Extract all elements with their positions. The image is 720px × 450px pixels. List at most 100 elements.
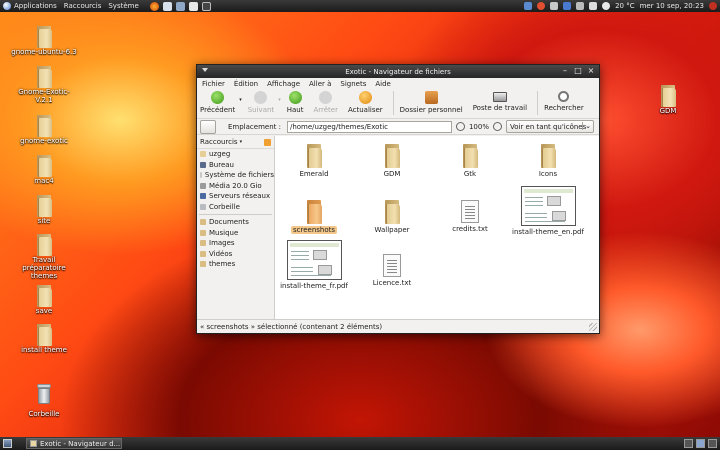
file-item-label: Licence.txt bbox=[372, 279, 412, 287]
maximize-icon[interactable]: □ bbox=[574, 67, 582, 75]
file-item[interactable]: install-theme_en.pdf bbox=[509, 186, 587, 236]
workspace-2[interactable] bbox=[696, 439, 705, 448]
firefox-icon[interactable] bbox=[149, 1, 159, 11]
up-button[interactable]: Haut bbox=[287, 91, 303, 114]
folder-icon bbox=[305, 200, 323, 224]
sidebar-item-vid-os[interactable]: Vidéos bbox=[197, 249, 274, 260]
stop-button-label: Arrêter bbox=[313, 106, 338, 114]
menu-view[interactable]: Affichage bbox=[267, 80, 300, 88]
sidebar-item-musique[interactable]: Musique bbox=[197, 228, 274, 239]
file-item[interactable]: Licence.txt bbox=[353, 254, 431, 287]
back-button[interactable]: Précédent bbox=[200, 91, 235, 114]
home-button-label: Dossier personnel bbox=[399, 106, 463, 114]
file-item[interactable]: GDM bbox=[353, 144, 431, 178]
forward-button[interactable]: Suivant bbox=[248, 91, 274, 114]
sidebar-item-m-dia-20-0-gio[interactable]: Média 20.0 Gio bbox=[197, 181, 274, 192]
menu-go[interactable]: Aller à bbox=[309, 80, 331, 88]
sidebar-item-corbeille[interactable]: Corbeille bbox=[197, 202, 274, 213]
desktop-icon-trash[interactable]: Corbeille bbox=[4, 384, 84, 418]
icon-view[interactable]: Emerald GDM Gtk Icons screenshots Wallpaper cr… bbox=[275, 136, 599, 319]
file-item[interactable]: Emerald bbox=[275, 144, 353, 178]
volume-icon[interactable] bbox=[589, 2, 598, 10]
zoom-in-icon[interactable] bbox=[492, 122, 502, 131]
folder-icon bbox=[35, 66, 53, 88]
location-toggle-button[interactable] bbox=[200, 119, 216, 134]
terminal-icon[interactable] bbox=[201, 1, 211, 11]
folder-icon bbox=[35, 155, 53, 177]
help-icon[interactable] bbox=[175, 1, 185, 11]
menu-edit[interactable]: Édition bbox=[234, 80, 258, 88]
window-title: Exotic - Navigateur de fichiers bbox=[345, 67, 451, 76]
sidebar-close-icon[interactable] bbox=[264, 138, 271, 146]
zoom-level[interactable]: 100% bbox=[469, 123, 489, 131]
bluetooth-icon[interactable] bbox=[563, 2, 572, 10]
desktop-icon[interactable]: mac4 bbox=[4, 155, 84, 185]
window-menu-icon[interactable] bbox=[202, 68, 208, 72]
desktop-icon[interactable]: GDM bbox=[628, 85, 708, 115]
desktop-icon[interactable]: install theme bbox=[4, 324, 84, 354]
desktop-icon[interactable]: gnome-exotic bbox=[4, 115, 84, 145]
sidebar-item-bureau[interactable]: Bureau bbox=[197, 160, 274, 171]
desktop-icon-label: Travail préparatoire themes bbox=[22, 256, 66, 280]
reload-button[interactable]: Actualiser bbox=[348, 91, 383, 114]
menu-help[interactable]: Aide bbox=[375, 80, 390, 88]
stop-button[interactable]: Arrêter bbox=[313, 91, 338, 114]
update-icon[interactable] bbox=[524, 2, 533, 10]
applications-menu[interactable]: Applications bbox=[3, 2, 57, 10]
trash-applet-icon[interactable] bbox=[708, 439, 717, 448]
location-input[interactable]: /home/uzgeg/themes/Exotic bbox=[286, 120, 452, 133]
zoom-out-icon[interactable] bbox=[455, 122, 465, 131]
sidebar-item-documents[interactable]: Documents bbox=[197, 217, 274, 228]
menu-bookmarks[interactable]: Signets bbox=[340, 80, 366, 88]
desktop-icon[interactable]: Travail préparatoire themes bbox=[4, 234, 84, 280]
back-history-dropdown-icon[interactable]: ▾ bbox=[239, 97, 242, 103]
window-titlebar[interactable]: Exotic - Navigateur de fichiers – □ × bbox=[197, 65, 599, 78]
close-icon[interactable]: × bbox=[587, 67, 595, 75]
file-item[interactable]: install-theme_fr.pdf bbox=[275, 240, 353, 290]
forward-history-dropdown-icon[interactable]: ▾ bbox=[278, 97, 281, 103]
taskbar-item-file-manager[interactable]: Exotic - Navigateur d... bbox=[26, 438, 122, 449]
desktop-icon[interactable]: save bbox=[4, 285, 84, 315]
clock[interactable]: mer 10 sep, 20:23 bbox=[640, 2, 704, 10]
file-item[interactable]: Wallpaper bbox=[353, 200, 431, 234]
workspace-1[interactable] bbox=[684, 439, 693, 448]
place-icon bbox=[200, 240, 206, 247]
text-file-icon bbox=[383, 254, 401, 277]
sidebar-item-themes[interactable]: themes bbox=[197, 259, 274, 270]
sidebar-item-images[interactable]: Images bbox=[197, 238, 274, 249]
resize-grip[interactable] bbox=[589, 323, 597, 331]
desktop-icon[interactable]: Gnome-Exotic-V.2.1 bbox=[4, 66, 84, 104]
desktop-icon[interactable]: gnome-ubuntu-6.3 bbox=[4, 26, 84, 56]
sidebar-header[interactable]: Raccourcis ▾ bbox=[197, 136, 274, 149]
minimize-icon[interactable]: – bbox=[561, 67, 569, 75]
reload-button-label: Actualiser bbox=[347, 106, 383, 114]
home-button[interactable]: Dossier personnel bbox=[400, 91, 463, 114]
computer-button[interactable]: Poste de travail bbox=[473, 91, 527, 112]
alert-icon[interactable] bbox=[537, 2, 546, 10]
desktop-icon-label: gnome-ubuntu-6.3 bbox=[11, 48, 77, 56]
menu-file[interactable]: Fichier bbox=[202, 80, 225, 88]
file-item[interactable]: Icons bbox=[509, 144, 587, 178]
sidebar-item-uzgeg[interactable]: uzgeg bbox=[197, 149, 274, 160]
system-menu[interactable]: Système bbox=[108, 2, 138, 10]
file-item[interactable]: Gtk bbox=[431, 144, 509, 178]
user-icon[interactable] bbox=[550, 2, 559, 10]
weather-temperature[interactable]: 20 °C bbox=[615, 2, 635, 10]
applications-menu-label: Applications bbox=[14, 2, 57, 10]
image-icon[interactable] bbox=[188, 1, 198, 11]
sidebar-item-syst-me-de-fichiers[interactable]: Système de fichiers bbox=[197, 170, 274, 181]
desktop-icon-label: site bbox=[37, 217, 51, 225]
file-item[interactable]: screenshots bbox=[275, 200, 353, 234]
show-desktop-button[interactable] bbox=[3, 439, 12, 448]
file-item-label: Wallpaper bbox=[374, 226, 410, 234]
desktop-icon[interactable]: site bbox=[4, 195, 84, 225]
search-button[interactable]: Rechercher bbox=[544, 91, 584, 112]
mail-icon[interactable] bbox=[162, 1, 172, 11]
sidebar-item-label: Corbeille bbox=[209, 202, 240, 211]
sidebar-item-serveurs-r-seaux[interactable]: Serveurs réseaux bbox=[197, 191, 274, 202]
places-menu[interactable]: Raccourcis bbox=[64, 2, 102, 10]
file-item[interactable]: credits.txt bbox=[431, 200, 509, 233]
view-mode-select[interactable]: Voir en tant qu'icônes ⌄ bbox=[505, 120, 594, 133]
power-icon[interactable] bbox=[709, 2, 717, 10]
network-icon[interactable] bbox=[576, 2, 585, 10]
